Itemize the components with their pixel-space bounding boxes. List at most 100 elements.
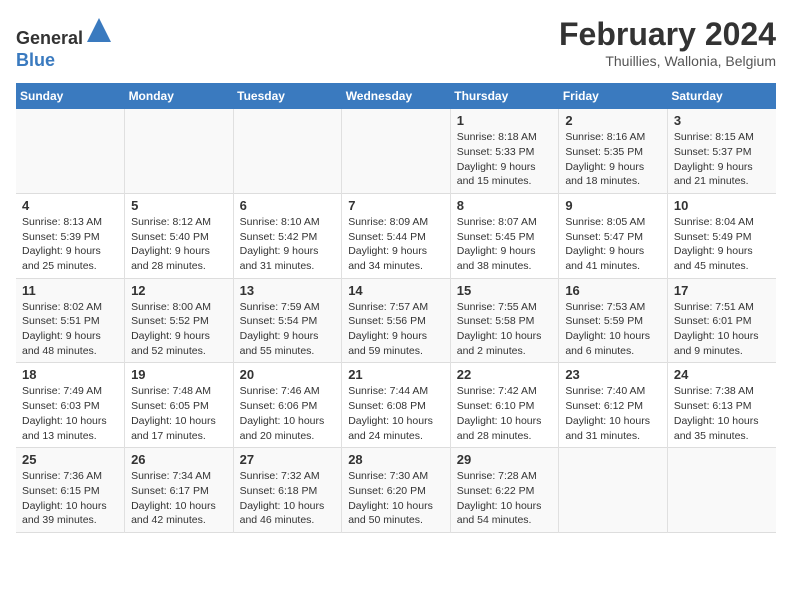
calendar-day-cell [233,109,342,193]
calendar-day-header: Sunday [16,83,125,109]
day-info: Sunrise: 7:32 AM Sunset: 6:18 PM Dayligh… [240,469,338,528]
calendar-day-cell: 3 Sunrise: 8:15 AM Sunset: 5:37 PM Daylig… [667,109,776,193]
day-number: 25 [22,452,120,467]
location-subtitle: Thuillies, Wallonia, Belgium [559,53,776,69]
calendar-day-cell: 4 Sunrise: 8:13 AM Sunset: 5:39 PM Daylig… [16,193,125,278]
day-info: Sunrise: 7:34 AM Sunset: 6:17 PM Dayligh… [131,469,229,528]
calendar-day-header: Friday [559,83,668,109]
day-info: Sunrise: 8:18 AM Sunset: 5:33 PM Dayligh… [457,130,555,189]
calendar-table: SundayMondayTuesdayWednesdayThursdayFrid… [16,83,776,533]
day-info: Sunrise: 8:10 AM Sunset: 5:42 PM Dayligh… [240,215,338,274]
logo: General Blue [16,16,113,71]
day-number: 22 [457,367,555,382]
calendar-day-cell: 1 Sunrise: 8:18 AM Sunset: 5:33 PM Daylig… [450,109,559,193]
calendar-day-cell: 20 Sunrise: 7:46 AM Sunset: 6:06 PM Dayli… [233,363,342,448]
calendar-header-row: SundayMondayTuesdayWednesdayThursdayFrid… [16,83,776,109]
calendar-day-cell: 29Sunrise: 7:28 AM Sunset: 6:22 PM Dayli… [450,448,559,533]
day-info: Sunrise: 7:57 AM Sunset: 5:56 PM Dayligh… [348,300,446,359]
calendar-week-row: 25 Sunrise: 7:36 AM Sunset: 6:15 PM Dayli… [16,448,776,533]
calendar-day-cell: 22 Sunrise: 7:42 AM Sunset: 6:10 PM Dayli… [450,363,559,448]
calendar-week-row: 18 Sunrise: 7:49 AM Sunset: 6:03 PM Dayli… [16,363,776,448]
day-info: Sunrise: 7:59 AM Sunset: 5:54 PM Dayligh… [240,300,338,359]
month-year-title: February 2024 [559,16,776,53]
day-info: Sunrise: 8:15 AM Sunset: 5:37 PM Dayligh… [674,130,772,189]
calendar-day-cell: 2Sunrise: 8:16 AM Sunset: 5:35 PM Daylig… [559,109,668,193]
day-number: 10 [674,198,772,213]
day-info: Sunrise: 8:09 AM Sunset: 5:44 PM Dayligh… [348,215,446,274]
day-number: 27 [240,452,338,467]
day-info: Sunrise: 7:40 AM Sunset: 6:12 PM Dayligh… [565,384,663,443]
calendar-week-row: 11 Sunrise: 8:02 AM Sunset: 5:51 PM Dayli… [16,278,776,363]
day-number: 14 [348,283,446,298]
calendar-day-cell [559,448,668,533]
day-info: Sunrise: 7:51 AM Sunset: 6:01 PM Dayligh… [674,300,772,359]
calendar-day-cell: 10 Sunrise: 8:04 AM Sunset: 5:49 PM Dayli… [667,193,776,278]
calendar-week-row: 1 Sunrise: 8:18 AM Sunset: 5:33 PM Daylig… [16,109,776,193]
calendar-day-cell: 17 Sunrise: 7:51 AM Sunset: 6:01 PM Dayli… [667,278,776,363]
calendar-day-cell: 18 Sunrise: 7:49 AM Sunset: 6:03 PM Dayli… [16,363,125,448]
day-info: Sunrise: 7:46 AM Sunset: 6:06 PM Dayligh… [240,384,338,443]
day-info: Sunrise: 7:30 AM Sunset: 6:20 PM Dayligh… [348,469,446,528]
day-number: 23 [565,367,663,382]
day-number: 12 [131,283,229,298]
calendar-day-cell: 5Sunrise: 8:12 AM Sunset: 5:40 PM Daylig… [125,193,234,278]
calendar-day-cell [16,109,125,193]
day-number: 24 [674,367,772,382]
day-number: 18 [22,367,120,382]
day-info: Sunrise: 7:38 AM Sunset: 6:13 PM Dayligh… [674,384,772,443]
calendar-day-cell: 13 Sunrise: 7:59 AM Sunset: 5:54 PM Dayli… [233,278,342,363]
calendar-day-cell [125,109,234,193]
calendar-day-cell: 7 Sunrise: 8:09 AM Sunset: 5:44 PM Daylig… [342,193,451,278]
calendar-day-cell: 15 Sunrise: 7:55 AM Sunset: 5:58 PM Dayli… [450,278,559,363]
calendar-day-cell: 12 Sunrise: 8:00 AM Sunset: 5:52 PM Dayli… [125,278,234,363]
day-info: Sunrise: 7:49 AM Sunset: 6:03 PM Dayligh… [22,384,120,443]
day-info: Sunrise: 8:02 AM Sunset: 5:51 PM Dayligh… [22,300,120,359]
day-info: Sunrise: 8:12 AM Sunset: 5:40 PM Dayligh… [131,215,229,274]
day-number: 2 [565,113,663,128]
title-section: February 2024 Thuillies, Wallonia, Belgi… [559,16,776,69]
day-number: 28 [348,452,446,467]
day-info: Sunrise: 7:48 AM Sunset: 6:05 PM Dayligh… [131,384,229,443]
day-number: 13 [240,283,338,298]
calendar-day-cell: 11 Sunrise: 8:02 AM Sunset: 5:51 PM Dayli… [16,278,125,363]
day-info: Sunrise: 7:53 AM Sunset: 5:59 PM Dayligh… [565,300,663,359]
day-number: 20 [240,367,338,382]
logo-general-text: General [16,28,83,48]
calendar-day-header: Wednesday [342,83,451,109]
logo-blue-text: Blue [16,50,55,70]
calendar-day-cell: 21Sunrise: 7:44 AM Sunset: 6:08 PM Dayli… [342,363,451,448]
calendar-day-cell: 27 Sunrise: 7:32 AM Sunset: 6:18 PM Dayli… [233,448,342,533]
day-number: 26 [131,452,229,467]
day-number: 9 [565,198,663,213]
day-number: 17 [674,283,772,298]
day-info: Sunrise: 7:55 AM Sunset: 5:58 PM Dayligh… [457,300,555,359]
day-number: 4 [22,198,120,213]
calendar-day-cell: 28 Sunrise: 7:30 AM Sunset: 6:20 PM Dayli… [342,448,451,533]
day-number: 15 [457,283,555,298]
calendar-day-header: Tuesday [233,83,342,109]
day-info: Sunrise: 7:42 AM Sunset: 6:10 PM Dayligh… [457,384,555,443]
day-number: 19 [131,367,229,382]
calendar-day-cell: 16Sunrise: 7:53 AM Sunset: 5:59 PM Dayli… [559,278,668,363]
day-info: Sunrise: 8:04 AM Sunset: 5:49 PM Dayligh… [674,215,772,274]
calendar-day-cell: 8 Sunrise: 8:07 AM Sunset: 5:45 PM Daylig… [450,193,559,278]
day-number: 21 [348,367,446,382]
day-number: 7 [348,198,446,213]
calendar-day-cell: 19 Sunrise: 7:48 AM Sunset: 6:05 PM Dayli… [125,363,234,448]
calendar-day-cell: 23 Sunrise: 7:40 AM Sunset: 6:12 PM Dayli… [559,363,668,448]
day-info: Sunrise: 8:13 AM Sunset: 5:39 PM Dayligh… [22,215,120,274]
calendar-day-cell: 14 Sunrise: 7:57 AM Sunset: 5:56 PM Dayli… [342,278,451,363]
day-info: Sunrise: 7:36 AM Sunset: 6:15 PM Dayligh… [22,469,120,528]
calendar-day-cell: 24 Sunrise: 7:38 AM Sunset: 6:13 PM Dayli… [667,363,776,448]
day-number: 1 [457,113,555,128]
calendar-day-header: Monday [125,83,234,109]
day-number: 11 [22,283,120,298]
calendar-day-header: Thursday [450,83,559,109]
page-header: General Blue February 2024 Thuillies, Wa… [16,16,776,71]
day-info: Sunrise: 8:07 AM Sunset: 5:45 PM Dayligh… [457,215,555,274]
day-info: Sunrise: 8:00 AM Sunset: 5:52 PM Dayligh… [131,300,229,359]
calendar-day-cell: 6 Sunrise: 8:10 AM Sunset: 5:42 PM Daylig… [233,193,342,278]
day-number: 8 [457,198,555,213]
day-number: 6 [240,198,338,213]
day-number: 3 [674,113,772,128]
